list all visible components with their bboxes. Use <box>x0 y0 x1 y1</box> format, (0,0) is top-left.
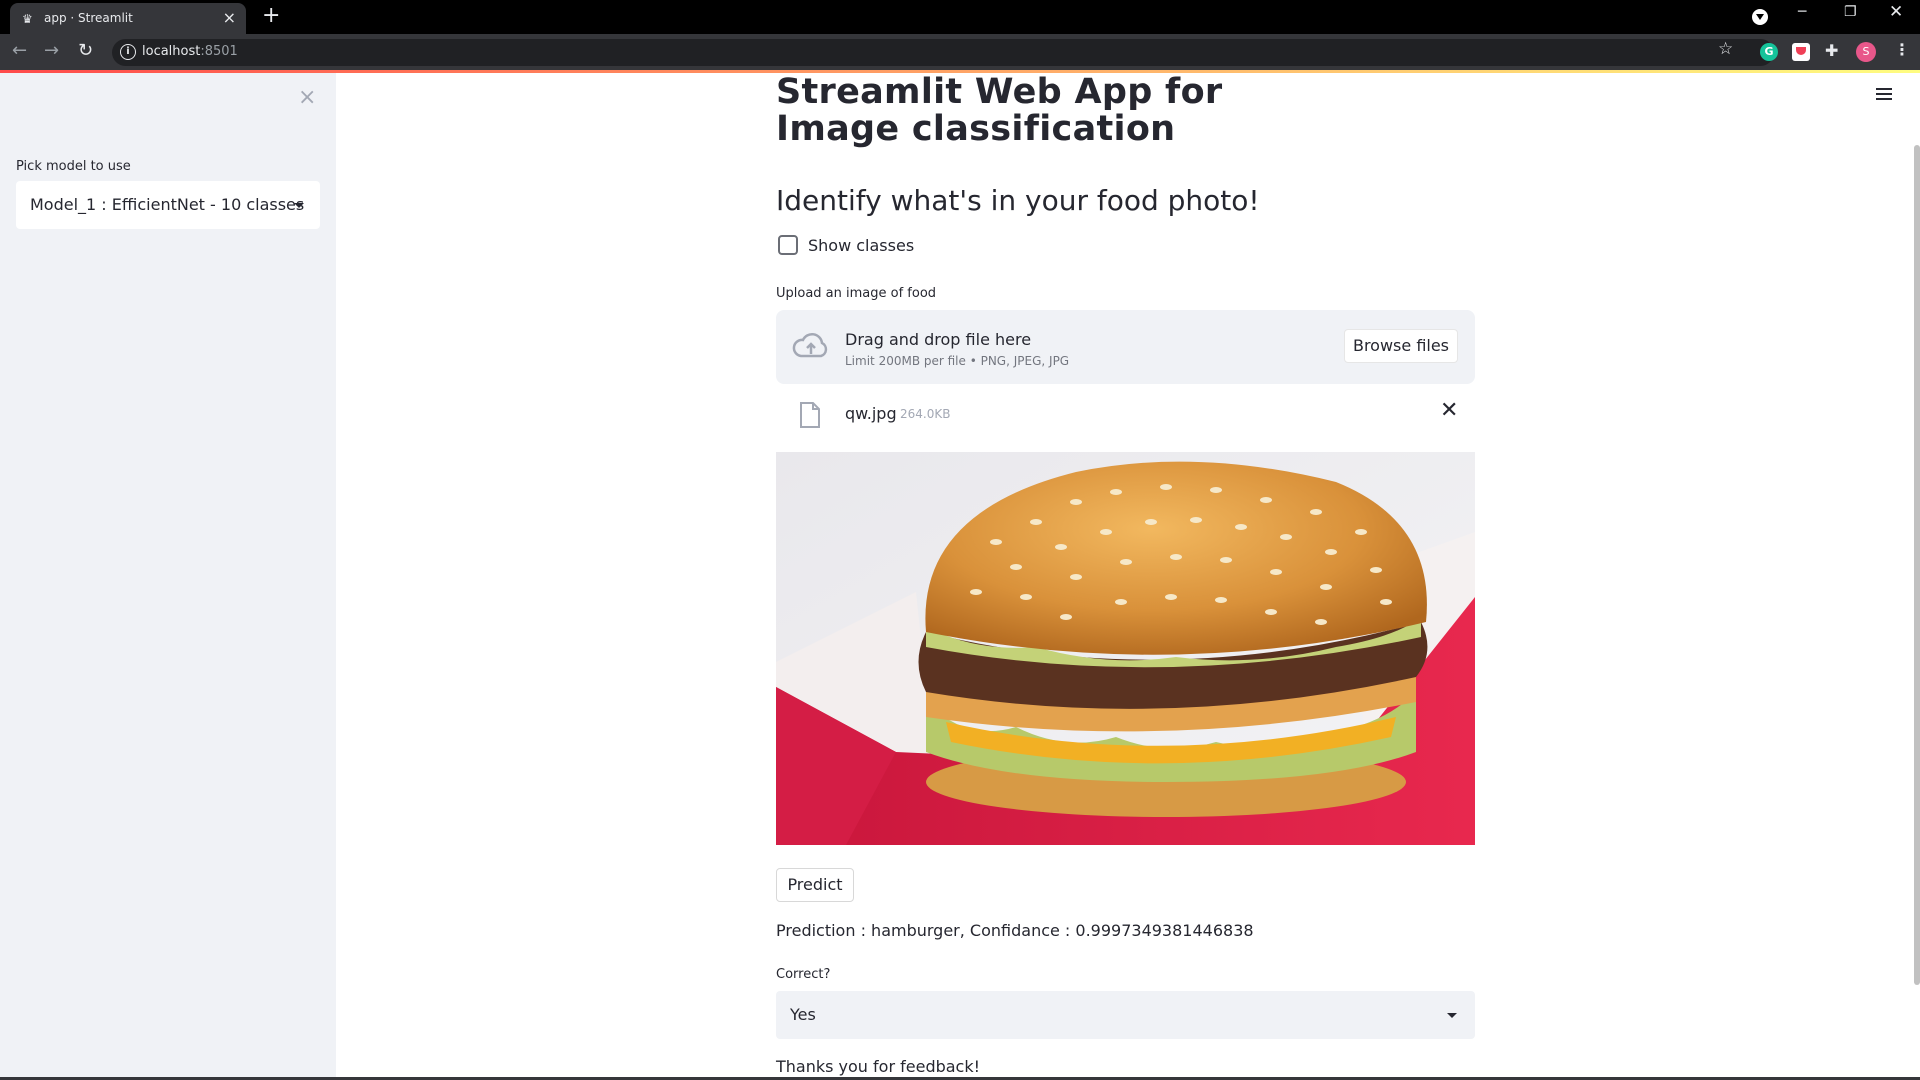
browser-menu-icon[interactable]: ⋮ <box>1894 40 1910 59</box>
profile-avatar[interactable]: S <box>1856 42 1876 62</box>
restore-button[interactable]: ❐ <box>1844 4 1857 20</box>
extensions-puzzle-icon[interactable]: ✚ <box>1825 41 1843 60</box>
model-select-value: Model_1 : EfficientNet - 10 classes <box>30 195 305 214</box>
minimize-button[interactable]: ─ <box>1798 4 1806 20</box>
hamburger-menu-icon[interactable] <box>1876 88 1892 100</box>
model-select-label: Pick model to use <box>16 159 131 174</box>
bookmark-star-icon[interactable]: ☆ <box>1718 39 1733 59</box>
pocket-extension-icon[interactable] <box>1792 43 1810 61</box>
page-title: Streamlit Web App for Image classificati… <box>776 72 1223 149</box>
correct-select-label: Correct? <box>776 967 831 982</box>
dropzone-title: Drag and drop file here <box>845 330 1032 349</box>
back-icon[interactable]: ← <box>12 40 27 61</box>
browser-tab-bar: ♛ app · Streamlit × + ─ ❐ ✕ <box>0 0 1920 34</box>
chevron-down-icon <box>294 203 304 208</box>
uploaded-file-size: 264.0KB <box>900 407 951 421</box>
close-tab-icon[interactable]: × <box>223 8 236 27</box>
chevron-down-icon <box>1447 1013 1457 1018</box>
dropzone-limits: Limit 200MB per file • PNG, JPEG, JPG <box>845 354 1070 368</box>
browser-tab[interactable]: ♛ app · Streamlit × <box>10 3 246 34</box>
new-tab-button[interactable]: + <box>262 4 280 28</box>
streamlit-page: × Pick model to use Model_1 : EfficientN… <box>0 70 1920 1080</box>
streamlit-favicon-icon: ♛ <box>22 12 33 26</box>
main-content: Streamlit Web App for Image classificati… <box>776 70 1475 1080</box>
upload-label: Upload an image of food <box>776 286 937 301</box>
predict-button[interactable]: Predict <box>776 868 854 902</box>
correct-select-value: Yes <box>790 1005 816 1024</box>
tab-title: app · Streamlit <box>44 11 133 25</box>
reload-icon[interactable]: ↻ <box>78 40 93 61</box>
show-classes-label[interactable]: Show classes <box>808 236 914 255</box>
remove-file-icon[interactable]: ✕ <box>1440 398 1458 423</box>
uploaded-file-name: qw.jpg <box>845 404 897 423</box>
site-info-icon[interactable]: i <box>120 44 136 60</box>
feedback-thanks-text: Thanks you for feedback! <box>776 1057 981 1076</box>
file-icon <box>800 402 820 428</box>
address-bar[interactable]: i localhost:8501 <box>112 39 1774 66</box>
prediction-result: Prediction : hamburger, Confidance : 0.9… <box>776 921 1254 940</box>
file-dropzone[interactable]: Drag and drop file here Limit 200MB per … <box>776 310 1475 384</box>
sidebar: × Pick model to use Model_1 : EfficientN… <box>0 73 336 1080</box>
model-select[interactable]: Model_1 : EfficientNet - 10 classes <box>16 181 320 229</box>
browse-files-button[interactable]: Browse files <box>1344 329 1458 363</box>
forward-icon[interactable]: → <box>44 40 59 61</box>
show-classes-checkbox[interactable] <box>778 235 798 255</box>
media-control-icon[interactable] <box>1752 9 1768 25</box>
close-sidebar-icon[interactable]: × <box>298 85 316 110</box>
close-window-button[interactable]: ✕ <box>1889 2 1903 22</box>
uploaded-food-image <box>776 452 1475 845</box>
correct-select[interactable]: Yes <box>776 991 1475 1039</box>
page-subheader: Identify what's in your food photo! <box>776 184 1260 217</box>
browser-toolbar: ← → ↻ i localhost:8501 ☆ G ✚ S ⋮ <box>0 34 1920 70</box>
url-text: localhost:8501 <box>142 44 238 59</box>
grammarly-extension-icon[interactable]: G <box>1760 43 1778 61</box>
scrollbar[interactable] <box>1914 145 1920 985</box>
cloud-upload-icon <box>792 333 828 358</box>
